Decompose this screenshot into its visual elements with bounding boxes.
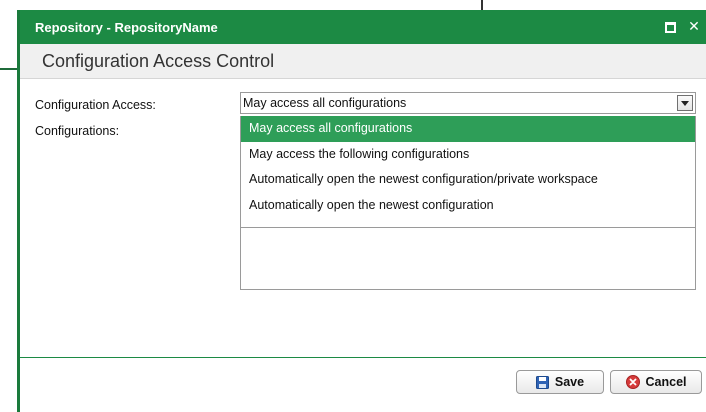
cancel-circle-icon bbox=[625, 375, 640, 389]
cancel-button-label: Cancel bbox=[645, 375, 687, 389]
background-connector-line bbox=[0, 68, 17, 70]
cancel-button[interactable]: Cancel bbox=[610, 370, 702, 394]
dropdown-option[interactable]: Automatically open the newest configurat… bbox=[241, 193, 695, 219]
configuration-access-select[interactable]: May access all configurations bbox=[240, 92, 696, 114]
section-title: Configuration Access Control bbox=[42, 50, 275, 71]
close-button[interactable]: ✕ bbox=[682, 15, 706, 39]
dropdown-option[interactable]: May access all configurations bbox=[241, 116, 695, 142]
dialog-titlebar[interactable]: Repository - RepositoryName ✕ bbox=[20, 10, 706, 44]
save-button[interactable]: Save bbox=[516, 370, 604, 394]
footer-divider bbox=[20, 357, 706, 358]
dropdown-button[interactable] bbox=[677, 95, 693, 111]
configuration-access-value: May access all configurations bbox=[243, 96, 407, 110]
background-connector-line bbox=[481, 0, 483, 10]
close-icon: ✕ bbox=[688, 19, 700, 35]
section-header: Configuration Access Control bbox=[20, 44, 706, 79]
maximize-icon bbox=[664, 21, 676, 33]
repository-dialog: Repository - RepositoryName ✕ Configurat… bbox=[17, 10, 706, 412]
dialog-title: Repository - RepositoryName bbox=[35, 19, 218, 35]
configuration-access-label: Configuration Access: bbox=[35, 98, 156, 112]
maximize-button[interactable] bbox=[658, 15, 682, 39]
chevron-down-icon bbox=[681, 100, 689, 106]
dropdown-option[interactable]: May access the following configurations bbox=[241, 142, 695, 168]
screen: Repository - RepositoryName ✕ Configurat… bbox=[0, 0, 706, 412]
dropdown-option[interactable]: Automatically open the newest configurat… bbox=[241, 167, 695, 193]
configurations-label: Configurations: bbox=[35, 124, 120, 138]
floppy-disk-icon bbox=[535, 375, 549, 389]
save-button-label: Save bbox=[554, 375, 585, 389]
configuration-access-dropdown: May access all configurations May access… bbox=[240, 116, 696, 228]
